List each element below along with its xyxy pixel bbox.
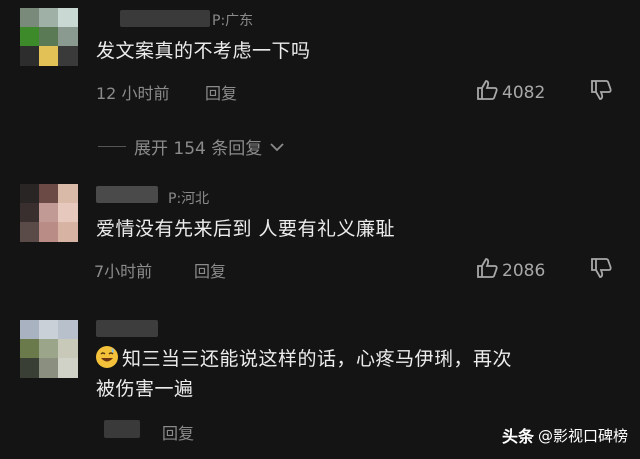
watermark-brand: 头条: [501, 427, 534, 446]
ip-location: P:广东: [212, 13, 254, 29]
username-blurred[interactable]: [120, 10, 210, 27]
grinning-sweat-emoji-icon: [96, 346, 118, 368]
thumbs-down-icon: [590, 258, 612, 282]
like-count: 4082: [502, 82, 546, 103]
reply-button[interactable]: 回复: [194, 258, 226, 282]
watermark-account: @影视口碑榜: [537, 426, 628, 445]
dislike-button[interactable]: [590, 80, 612, 104]
divider-line: [98, 146, 126, 147]
like-button[interactable]: 2086: [476, 258, 545, 283]
like-count: 2086: [502, 260, 546, 281]
expand-replies-button[interactable]: 展开 154 条回复: [98, 134, 284, 159]
dislike-button[interactable]: [590, 258, 612, 282]
like-button[interactable]: 4082: [476, 80, 545, 105]
time-blurred: [104, 420, 140, 438]
comment-time: 12 小时前: [96, 84, 170, 103]
expand-replies-label: 展开 154 条回复: [134, 139, 263, 159]
watermark: 头条 @影视口碑榜: [502, 423, 628, 447]
avatar[interactable]: [20, 320, 78, 378]
comment-text-line2: 被伤害一遍: [96, 378, 194, 400]
thumbs-up-icon: [476, 258, 498, 283]
avatar[interactable]: [20, 184, 78, 242]
username-blurred[interactable]: [96, 320, 158, 337]
avatar[interactable]: [20, 8, 78, 66]
comment-text: 发文案真的不考虑一下吗: [96, 40, 311, 62]
comment-time: 7小时前: [94, 262, 153, 281]
comment-text: 爱情没有先来后到 人要有礼义廉耻: [96, 218, 396, 240]
reply-button[interactable]: 回复: [205, 80, 237, 104]
ip-location: P:河北: [168, 191, 210, 207]
username-blurred[interactable]: [96, 186, 158, 203]
thumbs-up-icon: [476, 80, 498, 105]
reply-button[interactable]: 回复: [162, 420, 194, 444]
chevron-down-icon: [270, 137, 284, 157]
thumbs-down-icon: [590, 80, 612, 104]
comment-text: 知三当三还能说这样的话，心疼马伊琍，再次 被伤害一遍: [96, 344, 512, 404]
comment-text-line1: 知三当三还能说这样的话，心疼马伊琍，再次: [122, 348, 513, 370]
